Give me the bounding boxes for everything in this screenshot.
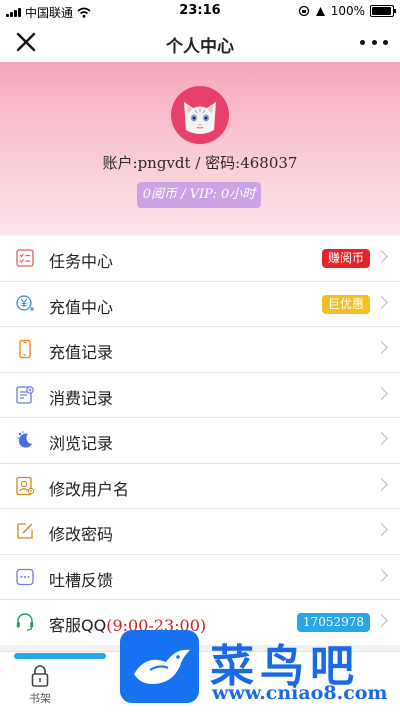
menu-item-task-center[interactable]: 任务中心 赚阅币 xyxy=(0,236,400,282)
signal-icon xyxy=(6,8,21,17)
chevron-right-icon xyxy=(375,523,388,536)
headset-icon xyxy=(16,613,34,631)
tab-bookshelf[interactable]: 书架 xyxy=(16,664,64,708)
battery-icon xyxy=(370,5,396,17)
big-discount-tag: 巨优惠 xyxy=(321,294,370,314)
lock-icon xyxy=(31,665,49,687)
receipt-icon xyxy=(16,385,34,404)
chat-bubble-icon xyxy=(16,568,34,585)
chevron-right-icon xyxy=(375,477,388,491)
menu-label: 修改密码 xyxy=(49,525,114,544)
menu-item-feedback[interactable]: 吐槽反馈 xyxy=(0,555,400,600)
menu-item-recharge-history[interactable]: 充值记录 xyxy=(0,327,400,373)
alarm-icon xyxy=(315,6,325,16)
menu-label: 吐槽反馈 xyxy=(49,570,114,590)
chevron-right-icon xyxy=(375,250,388,263)
battery-percent: 100% xyxy=(330,4,365,18)
status-bar: 中国联通 23:16 100% xyxy=(0,0,400,22)
watermark: 菜鸟吧 www.cniao8.com xyxy=(116,628,400,711)
active-button-strip xyxy=(14,653,106,659)
more-options-icon[interactable] xyxy=(360,32,388,52)
cat-avatar-icon xyxy=(184,102,216,134)
menu-item-change-password[interactable]: 修改密码 xyxy=(0,509,400,555)
menu-item-recharge-center[interactable]: 充值中心 巨优惠 xyxy=(0,282,400,327)
chevron-right-icon xyxy=(375,432,388,445)
watermark-url: www.cniao8.com xyxy=(212,682,388,704)
edit-icon xyxy=(17,523,33,539)
menu-item-browse-history[interactable]: 浏览记录 xyxy=(0,418,400,464)
chevron-right-icon xyxy=(375,568,388,582)
close-icon[interactable] xyxy=(12,28,40,56)
phone-icon xyxy=(19,339,31,359)
balance-badge: 0阅币 / VIP: 0小时 xyxy=(137,182,261,208)
user-card-icon xyxy=(16,476,35,495)
earn-coins-tag: 赚阅币 xyxy=(321,249,370,268)
yuan-coin-icon xyxy=(16,294,34,311)
account-credentials: 账户:pngvdt / 密码:468037 xyxy=(102,154,298,172)
menu-label: 浏览记录 xyxy=(49,434,114,453)
page-title: 个人中心 xyxy=(166,37,234,57)
menu-label: 消费记录 xyxy=(49,388,114,408)
avatar[interactable] xyxy=(171,86,229,144)
service-label: 客服QQ xyxy=(49,616,107,635)
wifi-icon xyxy=(77,7,91,18)
moon-stars-icon xyxy=(17,431,32,448)
chevron-right-icon xyxy=(375,341,388,354)
carrier-name: 中国联通 xyxy=(25,6,74,20)
menu-label: 充值中心 xyxy=(49,297,114,317)
chevron-right-icon xyxy=(375,295,388,309)
bird-logo-icon xyxy=(120,630,199,703)
orientation-lock-icon xyxy=(298,5,309,17)
menu-list: 任务中心 赚阅币 充值中心 巨优惠 充值记录 消费记录 浏览记录 修改用户名 修… xyxy=(0,236,400,645)
menu-label: 修改用户名 xyxy=(49,479,130,499)
profile-header: 账户:pngvdt / 密码:468037 0阅币 / VIP: 0小时 xyxy=(0,62,400,234)
menu-item-spending-history[interactable]: 消费记录 xyxy=(0,373,400,418)
task-list-icon xyxy=(16,249,34,267)
nav-bar: 个人中心 xyxy=(0,22,400,62)
chevron-right-icon xyxy=(375,614,388,627)
menu-label: 充值记录 xyxy=(49,343,114,362)
chevron-right-icon xyxy=(375,386,388,400)
tab-bookshelf-label: 书架 xyxy=(29,692,51,705)
menu-label: 任务中心 xyxy=(49,252,114,271)
menu-item-change-username[interactable]: 修改用户名 xyxy=(0,464,400,509)
